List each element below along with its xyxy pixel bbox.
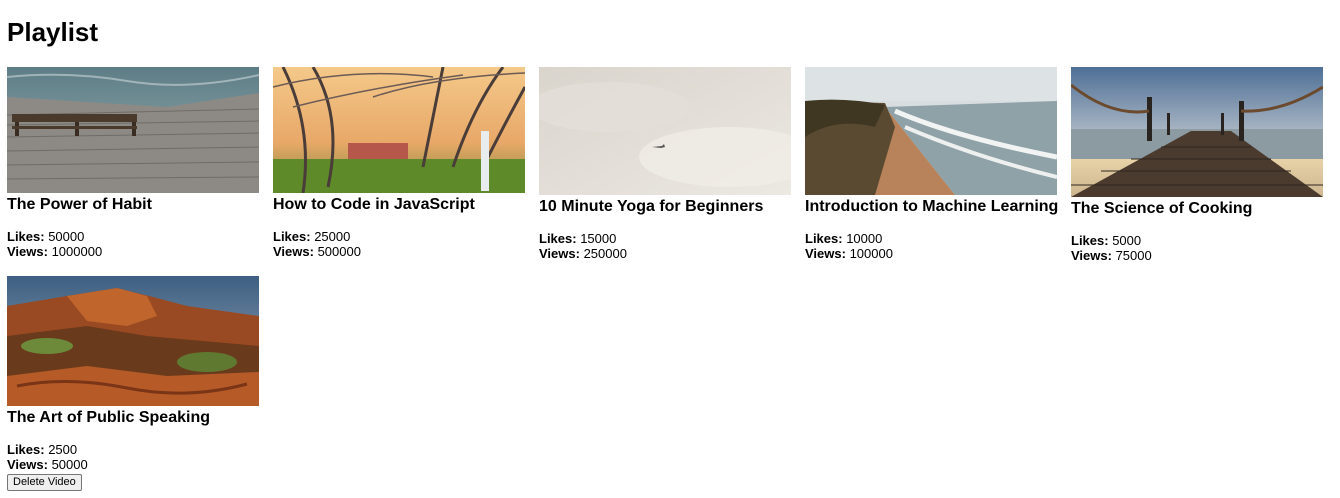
likes-row: Likes: 2500 bbox=[7, 442, 259, 457]
video-title[interactable]: The Art of Public Speaking bbox=[7, 408, 259, 428]
video-stats: Likes: 50000 Views: 1000000 bbox=[7, 229, 259, 259]
views-label: Views: bbox=[1071, 248, 1112, 263]
video-thumbnail[interactable] bbox=[7, 276, 259, 406]
video-card: Introduction to Machine Learning Likes: … bbox=[805, 67, 1058, 261]
views-count: 500000 bbox=[317, 244, 361, 259]
video-thumbnail[interactable] bbox=[1071, 67, 1323, 197]
video-title[interactable]: How to Code in JavaScript bbox=[273, 195, 525, 215]
likes-count: 15000 bbox=[580, 231, 617, 246]
playlist-page: Playlist The Power of Habit Likes: 50000… bbox=[0, 0, 1340, 498]
likes-label: Likes: bbox=[1071, 233, 1109, 248]
views-label: Views: bbox=[7, 457, 48, 472]
likes-count: 5000 bbox=[1112, 233, 1142, 248]
views-count: 50000 bbox=[51, 457, 88, 472]
video-stats: Likes: 25000 Views: 500000 bbox=[273, 229, 525, 259]
likes-count: 10000 bbox=[846, 231, 883, 246]
views-row: Views: 250000 bbox=[539, 246, 791, 261]
likes-count: 50000 bbox=[48, 229, 85, 244]
video-thumbnail[interactable] bbox=[7, 67, 259, 193]
likes-row: Likes: 50000 bbox=[7, 229, 259, 244]
video-card: The Science of Cooking Likes: 5000 Views… bbox=[1071, 67, 1323, 263]
video-title[interactable]: Introduction to Machine Learning bbox=[805, 197, 1058, 217]
video-thumbnail[interactable] bbox=[539, 67, 791, 195]
video-stats: Likes: 2500 Views: 50000 bbox=[7, 442, 259, 472]
views-count: 75000 bbox=[1115, 248, 1152, 263]
video-card: The Art of Public Speaking Likes: 2500 V… bbox=[7, 276, 259, 491]
views-count: 250000 bbox=[583, 246, 627, 261]
video-card: How to Code in JavaScript Likes: 25000 V… bbox=[273, 67, 525, 259]
video-title[interactable]: The Science of Cooking bbox=[1071, 199, 1323, 219]
likes-row: Likes: 15000 bbox=[539, 231, 791, 246]
likes-label: Likes: bbox=[273, 229, 311, 244]
video-card: 10 Minute Yoga for Beginners Likes: 1500… bbox=[539, 67, 791, 261]
views-label: Views: bbox=[539, 246, 580, 261]
delete-video-button[interactable]: Delete Video bbox=[7, 474, 82, 491]
views-row: Views: 75000 bbox=[1071, 248, 1323, 263]
video-stats: Likes: 15000 Views: 250000 bbox=[539, 231, 791, 261]
video-card: The Power of Habit Likes: 50000 Views: 1… bbox=[7, 67, 259, 259]
video-stats: Likes: 5000 Views: 75000 bbox=[1071, 233, 1323, 263]
views-row: Views: 500000 bbox=[273, 244, 525, 259]
likes-count: 2500 bbox=[48, 442, 78, 457]
likes-label: Likes: bbox=[7, 442, 45, 457]
views-label: Views: bbox=[273, 244, 314, 259]
video-title[interactable]: 10 Minute Yoga for Beginners bbox=[539, 197, 791, 217]
views-count: 100000 bbox=[849, 246, 893, 261]
likes-label: Likes: bbox=[805, 231, 843, 246]
video-title[interactable]: The Power of Habit bbox=[7, 195, 259, 215]
views-label: Views: bbox=[7, 244, 48, 259]
likes-label: Likes: bbox=[7, 229, 45, 244]
views-row: Views: 50000 bbox=[7, 457, 259, 472]
likes-label: Likes: bbox=[539, 231, 577, 246]
views-row: Views: 1000000 bbox=[7, 244, 259, 259]
video-stats: Likes: 10000 Views: 100000 bbox=[805, 231, 1057, 261]
likes-count: 25000 bbox=[314, 229, 351, 244]
likes-row: Likes: 25000 bbox=[273, 229, 525, 244]
video-thumbnail[interactable] bbox=[805, 67, 1057, 195]
views-count: 1000000 bbox=[51, 244, 103, 259]
likes-row: Likes: 5000 bbox=[1071, 233, 1323, 248]
views-label: Views: bbox=[805, 246, 846, 261]
page-title: Playlist bbox=[7, 17, 99, 47]
likes-row: Likes: 10000 bbox=[805, 231, 1057, 246]
video-thumbnail[interactable] bbox=[273, 67, 525, 193]
views-row: Views: 100000 bbox=[805, 246, 1057, 261]
